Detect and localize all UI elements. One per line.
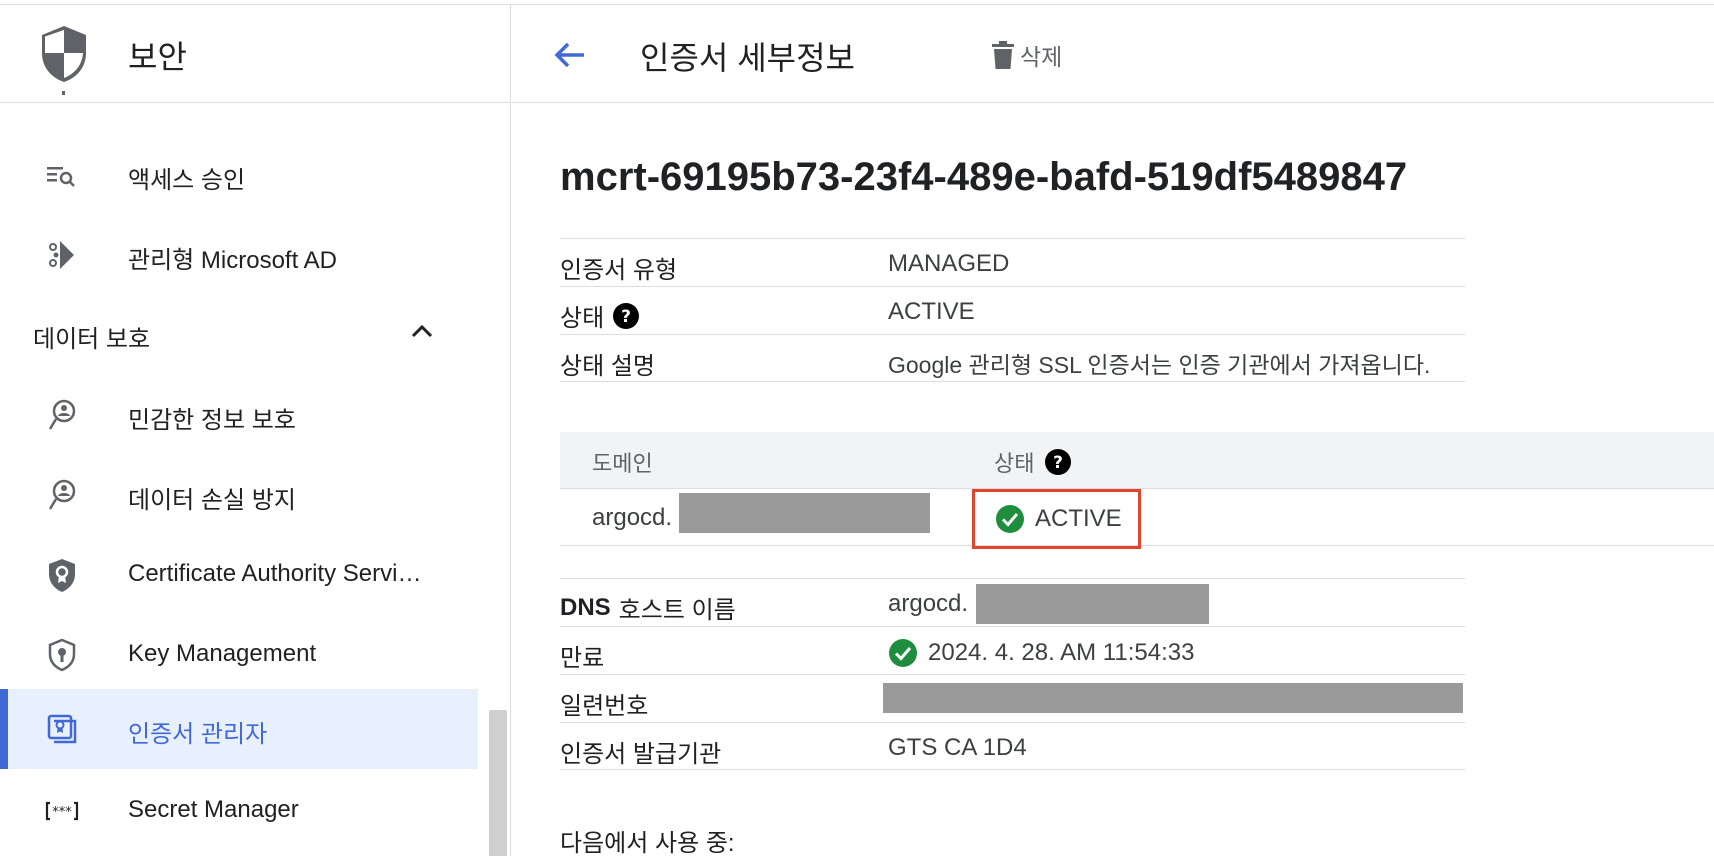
delete-button[interactable]: 삭제: [990, 35, 1062, 75]
sidebar-header: 보안: [0, 5, 510, 103]
in-use-label: 다음에서 사용 중:: [560, 830, 735, 856]
table-row: argocd. ACTIVE: [560, 489, 1714, 549]
detail-key: 인증서 발급기관: [560, 734, 721, 769]
detail-key-suffix: 호스트 이름: [618, 597, 736, 624]
secret-icon: ***: [45, 801, 79, 821]
sidebar-item-certificate-manager[interactable]: 인증서 관리자: [0, 689, 478, 769]
page-title: 인증서 세부정보: [640, 40, 855, 76]
sidebar-item-secret-manager[interactable]: *** Secret Manager: [0, 771, 478, 851]
page-header: 인증서 세부정보 삭제: [512, 5, 1714, 103]
detail-key: DNSDNS 호스트 이름 호스트 이름: [560, 590, 736, 625]
detail-key: 상태 설명: [560, 346, 655, 381]
detail-row: 만료 2024. 4. 28. AM 11:54:33: [560, 626, 1465, 674]
domain-table-header: 도메인 상태 ?: [560, 432, 1714, 489]
svg-text:?: ?: [1054, 453, 1064, 473]
domain-value: argocd.: [592, 504, 673, 531]
detail-key-text: 인증서 발급기관: [560, 741, 722, 768]
detail-value: GTS CA 1D4: [888, 734, 1027, 761]
sidebar-scrollbar[interactable]: [489, 710, 507, 856]
sidebar-item-label: 민감한 정보 보호: [128, 407, 296, 434]
col-status: 상태 ?: [994, 446, 1072, 478]
col-status-label: 상태: [994, 451, 1035, 476]
detail-row: 상태 설명 Google 관리형 SSL 인증서는 인증 기관에서 가져옵니다.: [560, 334, 1465, 382]
sidebar-item-access-approval[interactable]: 액세스 승인: [0, 135, 478, 215]
col-domain: 도메인: [592, 451, 653, 476]
domain-status: ACTIVE: [972, 489, 1141, 549]
ca-shield-icon: [49, 559, 75, 592]
sidebar-item-label: 관리형 Microsoft AD: [128, 247, 337, 274]
expiry-text: 2024. 4. 28. AM 11:54:33: [928, 639, 1195, 666]
sidebar-item-managed-ad[interactable]: 관리형 Microsoft AD: [0, 215, 478, 295]
detail-row: 일련번호: [560, 674, 1465, 722]
svg-text:***: ***: [52, 805, 72, 820]
detail-key-text: 상태: [560, 305, 605, 332]
detail-key: 인증서 유형: [560, 250, 677, 285]
detail-value: ACTIVE: [888, 298, 975, 325]
detail-row: DNSDNS 호스트 이름 호스트 이름 argocd.: [560, 578, 1465, 626]
sidebar-item-label: Secret Manager: [128, 796, 299, 823]
sidebar-item-sensitive-data[interactable]: 민감한 정보 보호: [0, 375, 478, 455]
detail-key: 일련번호: [560, 686, 648, 721]
sidebar-item-key-management[interactable]: Key Management: [0, 615, 478, 695]
more-details-table: DNSDNS 호스트 이름 호스트 이름 argocd. 만료 2024. 4.…: [560, 578, 1465, 770]
detail-key-text: 만료: [560, 645, 605, 672]
sidebar: 보안 액세스 승인 관리형 Microsoft AD 데이터 보호 민감한 정보…: [0, 5, 511, 856]
domain-table: 도메인 상태 ? argocd. ACTIVE: [560, 432, 1714, 549]
sidebar-item-label: Key Management: [128, 640, 317, 667]
key-shield-icon: [48, 638, 76, 672]
sidebar-item-label: 인증서 관리자: [128, 721, 268, 748]
security-shield-logo-icon: [42, 26, 86, 82]
directory-icon: [49, 241, 74, 269]
detail-key-text: 상태 설명: [560, 353, 655, 380]
trash-icon: [992, 41, 1014, 69]
help-icon[interactable]: ?: [612, 302, 640, 330]
detail-value: Google 관리형 SSL 인증서는 인증 기관에서 가져옵니다.: [888, 352, 1431, 378]
redaction-box: [976, 584, 1209, 624]
sidebar-item-label: 데이터 손실 방지: [128, 487, 296, 514]
svg-text:?: ?: [621, 307, 631, 327]
detail-key-text: 인증서 유형: [560, 257, 678, 284]
section-label: 데이터 보호: [33, 326, 151, 353]
sidebar-item-dlp[interactable]: 데이터 손실 방지: [0, 455, 478, 535]
detail-row: 인증서 유형 MANAGED: [560, 238, 1465, 286]
check-circle-icon: [996, 505, 1024, 533]
clipped-item-fragment: [62, 91, 65, 95]
sidebar-title: 보안: [128, 39, 187, 75]
section-data-protection[interactable]: 데이터 보호: [0, 295, 478, 375]
redaction-box: [679, 493, 930, 533]
detail-value: 2024. 4. 28. AM 11:54:33: [888, 638, 1194, 668]
list-search-icon: [47, 167, 75, 187]
detail-key: 만료: [560, 638, 604, 673]
redaction-box: [883, 683, 1463, 713]
detail-key: 상태 ?: [560, 298, 640, 333]
certificate-name: mcrt-69195b73-23f4-489e-bafd-519df548984…: [560, 155, 1408, 199]
help-icon[interactable]: ?: [1044, 448, 1072, 476]
sensitive-data-icon: [48, 399, 76, 430]
back-arrow-icon[interactable]: [548, 33, 592, 77]
check-circle-icon: [889, 639, 917, 667]
chevron-up-icon[interactable]: [408, 317, 436, 345]
detail-row: 상태 ? ACTIVE: [560, 286, 1465, 334]
detail-row: 인증서 발급기관 GTS CA 1D4: [560, 722, 1465, 770]
delete-label: 삭제: [1020, 44, 1063, 70]
sidebar-item-label: Certificate Authority Servi…: [128, 560, 422, 587]
sidebar-item-label: 액세스 승인: [128, 167, 246, 194]
sidebar-item-ca-service[interactable]: Certificate Authority Servi…: [0, 535, 478, 615]
details-table: 인증서 유형 MANAGED 상태 ? ACTIVE 상태 설명 Google …: [560, 238, 1465, 382]
detail-value: argocd.: [888, 590, 969, 617]
detail-value: MANAGED: [888, 250, 1010, 277]
domain-status-text: ACTIVE: [1035, 505, 1122, 532]
dlp-icon: [48, 479, 76, 510]
detail-key-text: 일련번호: [560, 693, 649, 720]
certificate-icon: [47, 714, 77, 744]
